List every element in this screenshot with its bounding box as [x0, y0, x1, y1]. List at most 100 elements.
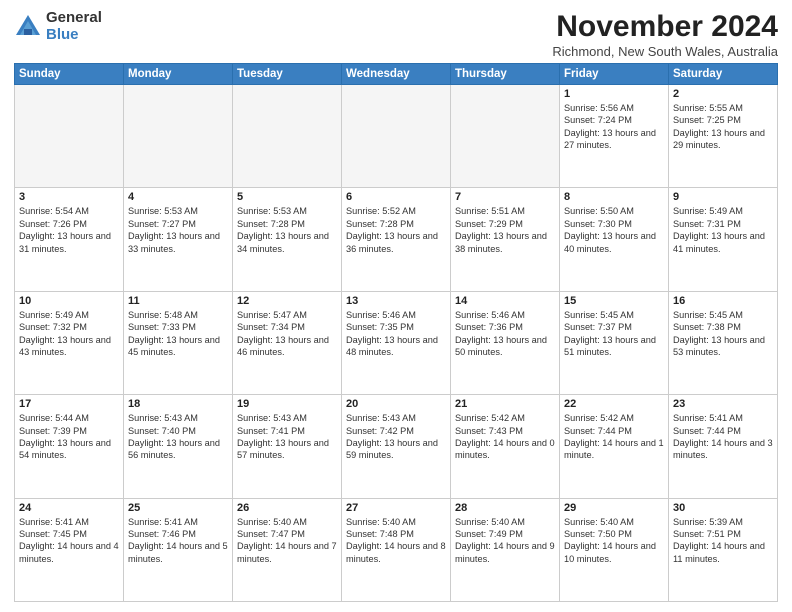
- day-number: 5: [237, 191, 337, 203]
- page: General Blue November 2024 Richmond, New…: [0, 0, 792, 612]
- day-number: 29: [564, 502, 664, 514]
- day-number: 15: [564, 295, 664, 307]
- calendar-cell-w5-d2: 25 Sunrise: 5:41 AM Sunset: 7:46 PM Dayli…: [124, 498, 233, 601]
- day-info: Sunrise: 5:41 AM Sunset: 7:45 PM Dayligh…: [19, 516, 119, 566]
- calendar-header-row: Sunday Monday Tuesday Wednesday Thursday…: [15, 64, 778, 85]
- day-number: 26: [237, 502, 337, 514]
- day-number: 9: [673, 191, 773, 203]
- day-number: 16: [673, 295, 773, 307]
- calendar-cell-w3-d7: 16Sunrise: 5:45 AM Sunset: 7:38 PM Dayli…: [669, 291, 778, 394]
- day-info: Sunrise: 5:43 AM Sunset: 7:41 PM Dayligh…: [237, 412, 337, 462]
- day-info: Sunrise: 5:44 AM Sunset: 7:39 PM Dayligh…: [19, 412, 119, 462]
- calendar-cell-w5-d1: 24 Sunrise: 5:41 AM Sunset: 7:45 PM Dayli…: [15, 498, 124, 601]
- calendar-week-1: 1 Sunrise: 5:56 AM Sunset: 7:24 PM Daylig…: [15, 85, 778, 188]
- calendar-cell-w5-d6: 29 Sunrise: 5:40 AM Sunset: 7:50 PM Dayli…: [560, 498, 669, 601]
- header: General Blue November 2024 Richmond, New…: [14, 10, 778, 59]
- day-info: Sunrise: 5:55 AM Sunset: 7:25 PM Dayligh…: [673, 102, 773, 152]
- calendar-cell-w1-d7: 2 Sunrise: 5:55 AM Sunset: 7:25 PM Daylig…: [669, 85, 778, 188]
- calendar-cell-w2-d7: 9 Sunrise: 5:49 AM Sunset: 7:31 PM Daylig…: [669, 188, 778, 291]
- col-wednesday: Wednesday: [342, 64, 451, 85]
- col-tuesday: Tuesday: [233, 64, 342, 85]
- day-number: 23: [673, 398, 773, 410]
- day-info: Sunrise: 5:49 AM Sunset: 7:31 PM Dayligh…: [673, 205, 773, 255]
- col-thursday: Thursday: [451, 64, 560, 85]
- day-info: Sunrise: 5:56 AM Sunset: 7:24 PM Dayligh…: [564, 102, 664, 152]
- day-info: Sunrise: 5:46 AM Sunset: 7:35 PM Dayligh…: [346, 309, 446, 359]
- calendar-cell-w4-d6: 22 Sunrise: 5:42 AM Sunset: 7:44 PM Dayli…: [560, 395, 669, 498]
- day-number: 2: [673, 88, 773, 100]
- day-number: 13: [346, 295, 446, 307]
- day-number: 4: [128, 191, 228, 203]
- day-info: Sunrise: 5:40 AM Sunset: 7:48 PM Dayligh…: [346, 516, 446, 566]
- day-number: 24: [19, 502, 119, 514]
- day-info: Sunrise: 5:42 AM Sunset: 7:43 PM Dayligh…: [455, 412, 555, 462]
- calendar-cell-w3-d6: 15 Sunrise: 5:45 AM Sunset: 7:37 PM Dayli…: [560, 291, 669, 394]
- day-info: Sunrise: 5:40 AM Sunset: 7:50 PM Dayligh…: [564, 516, 664, 566]
- col-sunday: Sunday: [15, 64, 124, 85]
- calendar-table: Sunday Monday Tuesday Wednesday Thursday…: [14, 63, 778, 602]
- day-number: 7: [455, 191, 555, 203]
- col-saturday: Saturday: [669, 64, 778, 85]
- calendar-cell-w4-d4: 20 Sunrise: 5:43 AM Sunset: 7:42 PM Dayli…: [342, 395, 451, 498]
- day-info: Sunrise: 5:42 AM Sunset: 7:44 PM Dayligh…: [564, 412, 664, 462]
- day-number: 1: [564, 88, 664, 100]
- logo-text: General Blue: [46, 10, 102, 43]
- calendar-cell-w4-d7: 23 Sunrise: 5:41 AM Sunset: 7:44 PM Dayli…: [669, 395, 778, 498]
- day-info: Sunrise: 5:45 AM Sunset: 7:37 PM Dayligh…: [564, 309, 664, 359]
- day-info: Sunrise: 5:40 AM Sunset: 7:47 PM Dayligh…: [237, 516, 337, 566]
- day-info: Sunrise: 5:48 AM Sunset: 7:33 PM Dayligh…: [128, 309, 228, 359]
- calendar-cell-w2-d4: 6 Sunrise: 5:52 AM Sunset: 7:28 PM Daylig…: [342, 188, 451, 291]
- day-number: 21: [455, 398, 555, 410]
- day-info: Sunrise: 5:53 AM Sunset: 7:27 PM Dayligh…: [128, 205, 228, 255]
- calendar-cell-w2-d1: 3Sunrise: 5:54 AM Sunset: 7:26 PM Daylig…: [15, 188, 124, 291]
- calendar-cell-w3-d1: 10 Sunrise: 5:49 AM Sunset: 7:32 PM Dayli…: [15, 291, 124, 394]
- calendar-cell-w2-d5: 7 Sunrise: 5:51 AM Sunset: 7:29 PM Daylig…: [451, 188, 560, 291]
- day-info: Sunrise: 5:51 AM Sunset: 7:29 PM Dayligh…: [455, 205, 555, 255]
- day-number: 22: [564, 398, 664, 410]
- day-info: Sunrise: 5:49 AM Sunset: 7:32 PM Dayligh…: [19, 309, 119, 359]
- day-info: Sunrise: 5:40 AM Sunset: 7:49 PM Dayligh…: [455, 516, 555, 566]
- title-block: November 2024 Richmond, New South Wales,…: [552, 10, 778, 59]
- day-number: 28: [455, 502, 555, 514]
- month-title: November 2024: [552, 10, 778, 44]
- day-number: 17: [19, 398, 119, 410]
- calendar-cell-w2-d2: 4 Sunrise: 5:53 AM Sunset: 7:27 PM Daylig…: [124, 188, 233, 291]
- calendar-week-3: 10 Sunrise: 5:49 AM Sunset: 7:32 PM Dayli…: [15, 291, 778, 394]
- day-number: 10: [19, 295, 119, 307]
- day-number: 11: [128, 295, 228, 307]
- calendar-week-4: 17 Sunrise: 5:44 AM Sunset: 7:39 PM Dayli…: [15, 395, 778, 498]
- day-info: Sunrise: 5:43 AM Sunset: 7:42 PM Dayligh…: [346, 412, 446, 462]
- calendar-cell-w4-d1: 17 Sunrise: 5:44 AM Sunset: 7:39 PM Dayli…: [15, 395, 124, 498]
- day-info: Sunrise: 5:41 AM Sunset: 7:44 PM Dayligh…: [673, 412, 773, 462]
- logo: General Blue: [14, 10, 102, 43]
- day-number: 18: [128, 398, 228, 410]
- calendar-cell-w4-d5: 21 Sunrise: 5:42 AM Sunset: 7:43 PM Dayli…: [451, 395, 560, 498]
- day-number: 12: [237, 295, 337, 307]
- calendar-cell-w5-d4: 27Sunrise: 5:40 AM Sunset: 7:48 PM Dayli…: [342, 498, 451, 601]
- calendar-cell-w1-d3: [233, 85, 342, 188]
- day-info: Sunrise: 5:52 AM Sunset: 7:28 PM Dayligh…: [346, 205, 446, 255]
- calendar-week-5: 24 Sunrise: 5:41 AM Sunset: 7:45 PM Dayli…: [15, 498, 778, 601]
- day-info: Sunrise: 5:41 AM Sunset: 7:46 PM Dayligh…: [128, 516, 228, 566]
- day-info: Sunrise: 5:53 AM Sunset: 7:28 PM Dayligh…: [237, 205, 337, 255]
- location: Richmond, New South Wales, Australia: [552, 44, 778, 59]
- calendar-cell-w5-d3: 26 Sunrise: 5:40 AM Sunset: 7:47 PM Dayli…: [233, 498, 342, 601]
- calendar-cell-w4-d3: 19 Sunrise: 5:43 AM Sunset: 7:41 PM Dayli…: [233, 395, 342, 498]
- day-number: 14: [455, 295, 555, 307]
- calendar-cell-w1-d5: [451, 85, 560, 188]
- calendar-cell-w1-d1: [15, 85, 124, 188]
- day-info: Sunrise: 5:46 AM Sunset: 7:36 PM Dayligh…: [455, 309, 555, 359]
- calendar-cell-w3-d3: 12Sunrise: 5:47 AM Sunset: 7:34 PM Dayli…: [233, 291, 342, 394]
- logo-general-label: General: [46, 10, 102, 27]
- day-number: 3: [19, 191, 119, 203]
- day-number: 20: [346, 398, 446, 410]
- day-number: 19: [237, 398, 337, 410]
- logo-icon: [14, 13, 42, 41]
- day-number: 25: [128, 502, 228, 514]
- day-number: 6: [346, 191, 446, 203]
- calendar-cell-w3-d5: 14 Sunrise: 5:46 AM Sunset: 7:36 PM Dayli…: [451, 291, 560, 394]
- calendar-cell-w1-d6: 1 Sunrise: 5:56 AM Sunset: 7:24 PM Daylig…: [560, 85, 669, 188]
- calendar-cell-w4-d2: 18Sunrise: 5:43 AM Sunset: 7:40 PM Dayli…: [124, 395, 233, 498]
- day-info: Sunrise: 5:39 AM Sunset: 7:51 PM Dayligh…: [673, 516, 773, 566]
- col-monday: Monday: [124, 64, 233, 85]
